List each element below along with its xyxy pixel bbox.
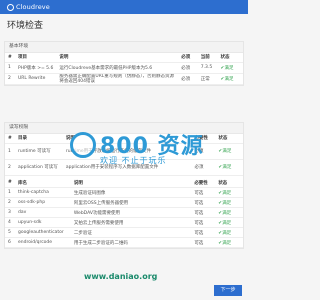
row-num: 1 [5,62,15,74]
row-num: 2 [5,73,15,85]
row-status: ✔满足 [215,227,243,238]
row-desc: runtime用于存放系统运行产生的缓存文件 [62,143,192,160]
col-num: # [5,134,15,144]
dir-table: # 目录 说明 必要性 状态 1 runtime 可读写 runtime用于存放… [5,134,243,176]
col-required: 必要性 [191,178,216,188]
table-row: 3 dav WebDAV功能需要使用 可选 ✔满足 [5,207,243,218]
row-current: 正常 [197,73,218,85]
col-item: 项目 [14,53,57,63]
row-lib: upyun-sdk [14,217,71,228]
row-status: ✔满足 [217,62,243,74]
row-desc: 阿里云OSS上传服务器使用 [70,197,192,208]
row-required: 可选 [191,207,216,218]
row-current: 7.3.5 [197,62,218,74]
row-status: ✔满足 [215,207,243,218]
row-desc: 又拍云上传服务需要使用 [70,217,192,228]
row-num: 2 [5,197,15,208]
row-required: 必须 [191,143,216,160]
func-table-header: # 库名 说明 必要性 状态 [5,178,243,188]
row-required: 必须 [178,62,198,74]
cloud-logo-icon [7,3,14,11]
col-num: # [5,178,15,188]
row-status: ✔满足 [215,237,243,248]
col-required: 必要性 [191,134,216,144]
col-desc: 说明 [62,134,192,144]
watermark-url: www.daniao.org [84,272,158,281]
env-table-header: # 项目 说明 必须 当前 状态 [5,53,243,63]
row-required: 可选 [191,187,216,198]
col-desc: 说明 [56,53,179,63]
col-status: 状态 [217,53,243,63]
row-desc: 用于生成二步验证的二维码 [70,237,192,248]
col-lib: 库名 [14,178,71,188]
col-status: 状态 [215,178,243,188]
table-row: 6 endroid/qrcode 用于生成二步验证的二维码 可选 ✔满足 [5,237,243,248]
row-status: ✔满足 [217,73,243,85]
dir-table-header: # 目录 说明 必要性 状态 [5,134,243,144]
row-lib: think-captcha [14,187,71,198]
row-status: ✔满足 [215,159,243,176]
row-dir: application 可读写 [14,159,63,176]
dir-section-title: 读写权限 [5,123,243,134]
env-check-card: 基本环境 # 项目 说明 必须 当前 状态 1 PHP版本 >= 5.6 运行C… [4,41,244,86]
table-row: 5 googleauthenticator 二步验证 可选 ✔满足 [5,227,243,238]
row-item: URL Rewrite [14,73,57,85]
env-section-title: 基本环境 [5,42,243,53]
row-num: 3 [5,207,15,218]
table-row: 2 application 可读写 application用于安装程序写入数据库… [5,159,243,176]
row-num: 6 [5,237,15,248]
row-required: 必须 [178,73,198,85]
next-step-button[interactable]: 下一步 [214,285,242,296]
page-title: 环境检查 [7,21,44,31]
row-required: 必须 [191,159,216,176]
table-row: 1 think-captcha 生成验证码图像 可选 ✔满足 [5,187,243,198]
col-current: 当前 [197,53,218,63]
brand-name: Cloudreve [16,3,50,11]
row-status: ✔满足 [215,187,243,198]
col-dir: 目录 [14,134,63,144]
col-num: # [5,53,15,63]
row-desc: WebDAV功能需要使用 [70,207,192,218]
dir-permission-card: 读写权限 # 目录 说明 必要性 状态 1 runtime 可读写 runtim… [4,122,244,249]
row-num: 4 [5,217,15,228]
row-required: 可选 [191,237,216,248]
row-required: 可选 [191,227,216,238]
table-row: 1 runtime 可读写 runtime用于存放系统运行产生的缓存文件 必须 … [5,143,243,160]
env-table: # 项目 说明 必须 当前 状态 1 PHP版本 >= 5.6 运行Cloudr… [5,53,243,85]
row-desc: 运行Cloudreve基本需求的最低PHP版本为5.6 [56,62,179,74]
row-status: ✔满足 [215,143,243,160]
func-table: # 库名 说明 必要性 状态 1 think-captcha 生成验证码图像 可… [5,178,243,248]
col-status: 状态 [215,134,243,144]
table-row: 1 PHP版本 >= 5.6 运行Cloudreve基本需求的最低PHP版本为5… [5,62,243,74]
row-num: 5 [5,227,15,238]
row-status: ✔满足 [215,217,243,228]
top-app-bar: Cloudreve [0,0,248,14]
row-desc: 生成验证码图像 [70,187,192,198]
row-dir: runtime 可读写 [14,143,63,160]
row-desc: 二步验证 [70,227,192,238]
row-required: 可选 [191,197,216,208]
row-required: 可选 [191,217,216,228]
row-lib: oss-sdk-php [14,197,71,208]
col-desc: 说明 [70,178,192,188]
table-row: 2 oss-sdk-php 阿里云OSS上传服务器使用 可选 ✔满足 [5,197,243,208]
row-lib: dav [14,207,71,218]
row-num: 1 [5,143,15,160]
row-item: PHP版本 >= 5.6 [14,62,57,74]
col-required: 必须 [178,53,198,63]
row-desc: 服务器需正确配置URL重写规则（伪静态），否则静态资源将会返回404错误 [56,73,179,85]
row-lib: endroid/qrcode [14,237,71,248]
table-row: 4 upyun-sdk 又拍云上传服务需要使用 可选 ✔满足 [5,217,243,228]
row-status: ✔满足 [215,197,243,208]
row-num: 1 [5,187,15,198]
table-row: 2 URL Rewrite 服务器需正确配置URL重写规则（伪静态），否则静态资… [5,73,243,85]
row-lib: googleauthenticator [14,227,71,238]
row-desc: application用于安装程序写入数据库配置文件 [62,159,192,176]
row-num: 2 [5,159,15,176]
